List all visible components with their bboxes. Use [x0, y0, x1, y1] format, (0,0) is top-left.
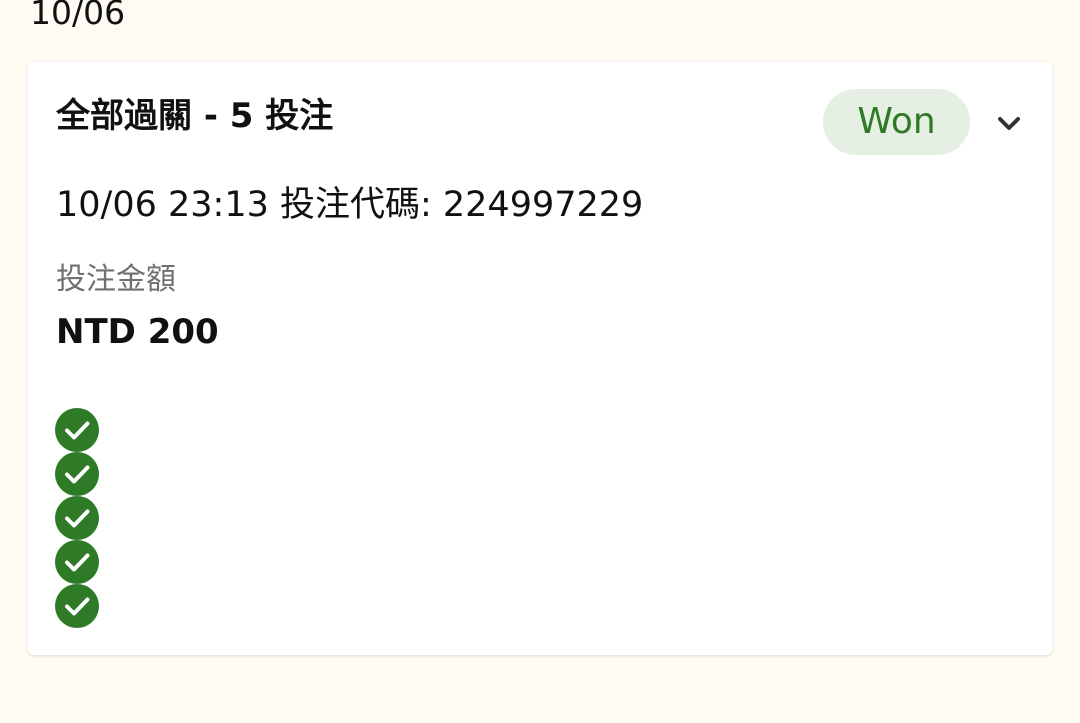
- check-circle-icon: [55, 496, 99, 540]
- date-header: 10/06: [30, 0, 126, 32]
- check-circle-icon: [55, 452, 99, 496]
- check-circle-icon: [55, 540, 99, 584]
- check-circle-icon: [55, 408, 99, 452]
- check-circle-icon: [55, 584, 99, 628]
- bet-legs: [55, 408, 99, 628]
- bet-card[interactable]: 全部過關 - 5 投注 Won 10/06 23:13 投注代碼: 224997…: [28, 62, 1052, 655]
- bet-title: 全部過關 - 5 投注: [56, 96, 334, 136]
- stake-value: NTD 200: [56, 312, 219, 352]
- bet-meta: 10/06 23:13 投注代碼: 224997229: [56, 185, 644, 225]
- chevron-down-icon[interactable]: [994, 108, 1024, 138]
- status-badge: Won: [823, 89, 970, 155]
- stake-label: 投注金額: [56, 262, 176, 297]
